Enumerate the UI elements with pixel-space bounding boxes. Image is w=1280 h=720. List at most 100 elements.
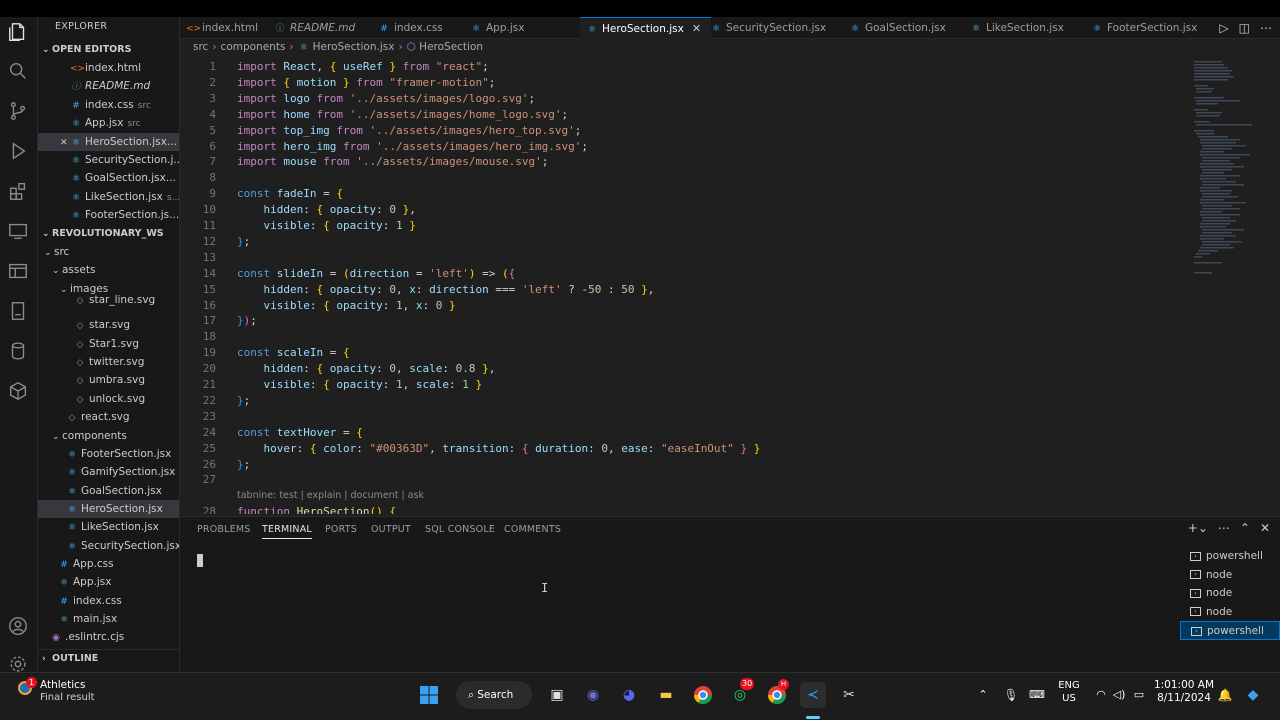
breadcrumb-symbol[interactable]: HeroSection	[419, 41, 483, 53]
open-editor-item[interactable]: ⚛ FooterSection.js...	[38, 206, 179, 224]
tray-overflow-icon[interactable]: ⌃	[970, 682, 996, 708]
breadcrumb-src[interactable]: src	[193, 41, 208, 53]
account-icon[interactable]	[7, 615, 29, 637]
tree-file[interactable]: ◇ Star1.svg	[38, 335, 179, 353]
chrome-icon[interactable]	[690, 682, 716, 708]
workspace-header[interactable]: ⌄ REVOLUTIONARY_WS	[38, 225, 179, 243]
open-editor-folder-hint: s...	[166, 192, 180, 203]
open-editors-header[interactable]: ⌄ OPEN EDITORS	[38, 41, 179, 59]
open-editor-item[interactable]: ⚛ GoalSection.jsx...	[38, 169, 179, 187]
tree-file[interactable]: ◇ umbra.svg	[38, 371, 179, 389]
keyboard-icon[interactable]: ⌨	[1024, 682, 1050, 708]
tab-goalsection-jsx[interactable]: ⚛ GoalSection.jsx	[843, 17, 956, 39]
microphone-icon[interactable]: 🎙	[998, 682, 1024, 708]
run-icon[interactable]: ▷	[1219, 21, 1228, 35]
panel-tab-problems[interactable]: PROBLEMS	[197, 524, 250, 535]
tree-folder[interactable]: ⌄ assets	[38, 261, 179, 279]
panel-tab-sql-console[interactable]: SQL CONSOLE	[425, 524, 495, 535]
terminal-item[interactable]: › powershell	[1180, 621, 1280, 640]
tab-footersection-jsx[interactable]: ⚛ FooterSection.jsx	[1085, 17, 1207, 39]
tab-index-html[interactable]: <>index.html	[180, 17, 268, 39]
tree-folder[interactable]: ⌄ src	[38, 243, 179, 261]
language-indicator[interactable]: ENG US	[1054, 679, 1084, 705]
file-explorer-icon[interactable]: ▬	[653, 682, 679, 708]
tree-folder[interactable]: ⌄ components	[38, 427, 179, 445]
tree-file[interactable]: ⚛ FooterSection.jsx	[38, 445, 179, 463]
new-terminal-icon[interactable]: +⌄	[1188, 521, 1208, 535]
outline-header[interactable]: › OUTLINE	[38, 649, 179, 667]
minimap[interactable]	[1188, 58, 1280, 514]
tree-file[interactable]: ◇ star_line.svg	[38, 291, 179, 309]
maximize-panel-icon[interactable]: ⌃	[1240, 521, 1250, 535]
notification-bell-icon[interactable]: 🔔	[1212, 682, 1238, 708]
open-editor-item[interactable]: # index.css src	[38, 96, 179, 114]
tree-file[interactable]: ⚛ LikeSection.jsx	[38, 518, 179, 536]
tabnine-codelens[interactable]: tabnine: test | explain | document | ask	[237, 488, 424, 504]
codelens[interactable]: tabnine: test | explain | document | ask	[180, 488, 1188, 504]
tab-readme-md[interactable]: ⓘ README.md	[268, 17, 365, 39]
run-debug-icon[interactable]	[7, 140, 29, 162]
tree-file[interactable]: # index.css	[38, 592, 179, 610]
tab-likesection-jsx[interactable]: ⚛ LikeSection.jsx	[964, 17, 1074, 39]
open-editor-item[interactable]: ⓘ README.md	[38, 77, 179, 95]
panels-icon[interactable]	[7, 260, 29, 282]
extensions-icon[interactable]	[7, 180, 29, 202]
tree-file[interactable]: ⚛ GamifySection.jsx	[38, 463, 179, 481]
discord-icon[interactable]: ◕	[616, 682, 642, 708]
tree-file[interactable]: ⚛ App.jsx	[38, 573, 179, 591]
cube-icon[interactable]	[7, 380, 29, 402]
vscode-icon[interactable]: ≺	[800, 682, 826, 708]
code-editor[interactable]: 1 import React, { useRef } from "react"; 2…	[180, 58, 1188, 514]
open-editor-item[interactable]: ⚛ App.jsx src	[38, 114, 179, 132]
tree-file[interactable]: ◇ react.svg	[38, 408, 179, 426]
testing-icon[interactable]	[7, 300, 29, 322]
search-icon[interactable]	[7, 60, 29, 82]
copilot-icon[interactable]: ◆	[1240, 682, 1266, 708]
split-editor-icon[interactable]: ◫	[1239, 21, 1250, 35]
terminal-item[interactable]: › powershell	[1180, 547, 1280, 566]
tree-file[interactable]: ⚛ SecuritySection.jsx	[38, 537, 179, 555]
panel-tab-output[interactable]: OUTPUT	[371, 524, 411, 535]
system-clock[interactable]: 1:01:00 AM 8/11/2024	[1150, 679, 1218, 705]
tree-file[interactable]: ◇ twitter.svg	[38, 353, 179, 371]
open-editor-item[interactable]: ⚛ LikeSection.jsx s...	[38, 188, 180, 206]
more-icon[interactable]: ⋯	[1218, 521, 1230, 535]
terminal-item[interactable]: › node	[1180, 566, 1280, 585]
tab-herosection-jsx[interactable]: ⚛ HeroSection.jsx ✕	[580, 17, 712, 39]
open-editor-item[interactable]: ⚛ SecuritySection.j...	[38, 151, 179, 169]
more-actions-icon[interactable]: ⋯	[1260, 21, 1272, 35]
task-view-icon[interactable]: ▣	[544, 682, 570, 708]
database-icon[interactable]	[7, 340, 29, 362]
close-panel-icon[interactable]: ✕	[1260, 521, 1270, 535]
breadcrumb-file[interactable]: HeroSection.jsx	[313, 41, 395, 53]
source-control-icon[interactable]	[7, 100, 29, 122]
open-editor-item[interactable]: ✕ ⚛ HeroSection.jsx...	[38, 132, 179, 151]
tree-file[interactable]: ◇ star.svg	[38, 316, 179, 334]
tree-file[interactable]: ◇ unlock.svg	[38, 390, 179, 408]
code-line: 25 hover: { color: "#00363D", transition…	[180, 441, 1188, 457]
explorer-icon[interactable]	[7, 21, 29, 43]
panel-tab-comments[interactable]: COMMENTS	[504, 524, 561, 535]
breadcrumb-components[interactable]: components	[221, 41, 286, 53]
snipping-tool-icon[interactable]: ✂	[836, 682, 862, 708]
open-editor-item[interactable]: <>index.html	[38, 59, 179, 77]
close-icon[interactable]: ✕	[692, 22, 701, 35]
tree-file[interactable]: ◉ .eslintrc.cjs	[38, 628, 179, 646]
battery-icon[interactable]: ▭	[1126, 682, 1152, 708]
tree-file[interactable]: ⚛ GoalSection.jsx	[38, 482, 179, 500]
panel-tab-ports[interactable]: PORTS	[325, 524, 357, 535]
panel-tab-terminal[interactable]: TERMINAL	[262, 524, 312, 539]
weather-widget[interactable]: Athletics Final result	[40, 679, 95, 703]
terminal-item[interactable]: › node	[1180, 603, 1280, 622]
tree-file[interactable]: ⚛ HeroSection.jsx	[38, 499, 179, 518]
terminal-item[interactable]: › node	[1180, 584, 1280, 603]
teams-icon[interactable]: ◉	[580, 682, 606, 708]
tree-file[interactable]: ⚛ main.jsx	[38, 610, 179, 628]
taskbar-search[interactable]: ⌕ Search	[456, 681, 532, 709]
tab-index-css[interactable]: # index.css	[372, 17, 453, 39]
tree-file[interactable]: # App.css	[38, 555, 179, 573]
tab-app-jsx[interactable]: ⚛ App.jsx	[464, 17, 534, 39]
start-button[interactable]	[416, 682, 442, 708]
tab-securitysection-jsx[interactable]: ⚛ SecuritySection.jsx	[704, 17, 836, 39]
remote-explorer-icon[interactable]	[7, 220, 29, 242]
